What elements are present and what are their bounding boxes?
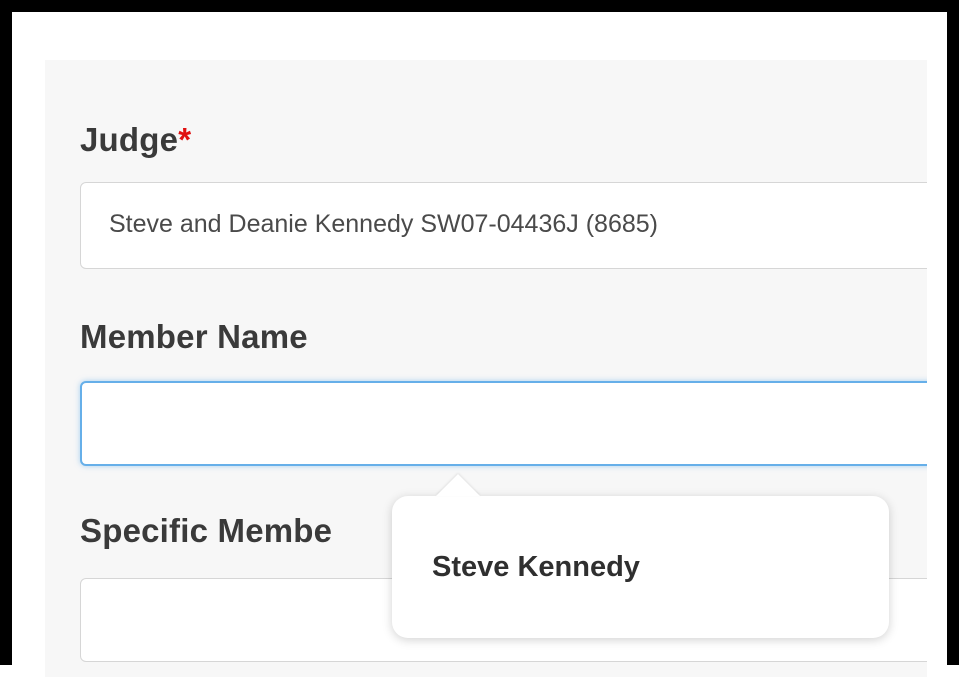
screenshot-frame: Judge* Steve and Deanie Kennedy SW07-044…	[0, 0, 959, 677]
required-asterisk: *	[178, 121, 192, 158]
member-name-label: Member Name	[80, 318, 308, 355]
member-name-field[interactable]	[80, 381, 927, 466]
judge-selected-value: Steve and Deanie Kennedy SW07-04436J (86…	[109, 210, 658, 238]
judge-select[interactable]: Steve and Deanie Kennedy SW07-04436J (86…	[80, 182, 927, 269]
suggestion-item[interactable]: Steve Kennedy	[432, 551, 640, 584]
judge-label-text: Judge	[80, 121, 179, 158]
popup-pointer	[436, 474, 480, 496]
specific-member-label: Specific Membe	[80, 512, 333, 549]
judge-label: Judge*	[80, 121, 191, 159]
member-name-input[interactable]	[82, 383, 927, 464]
suggestion-popup: Steve Kennedy	[392, 474, 889, 638]
